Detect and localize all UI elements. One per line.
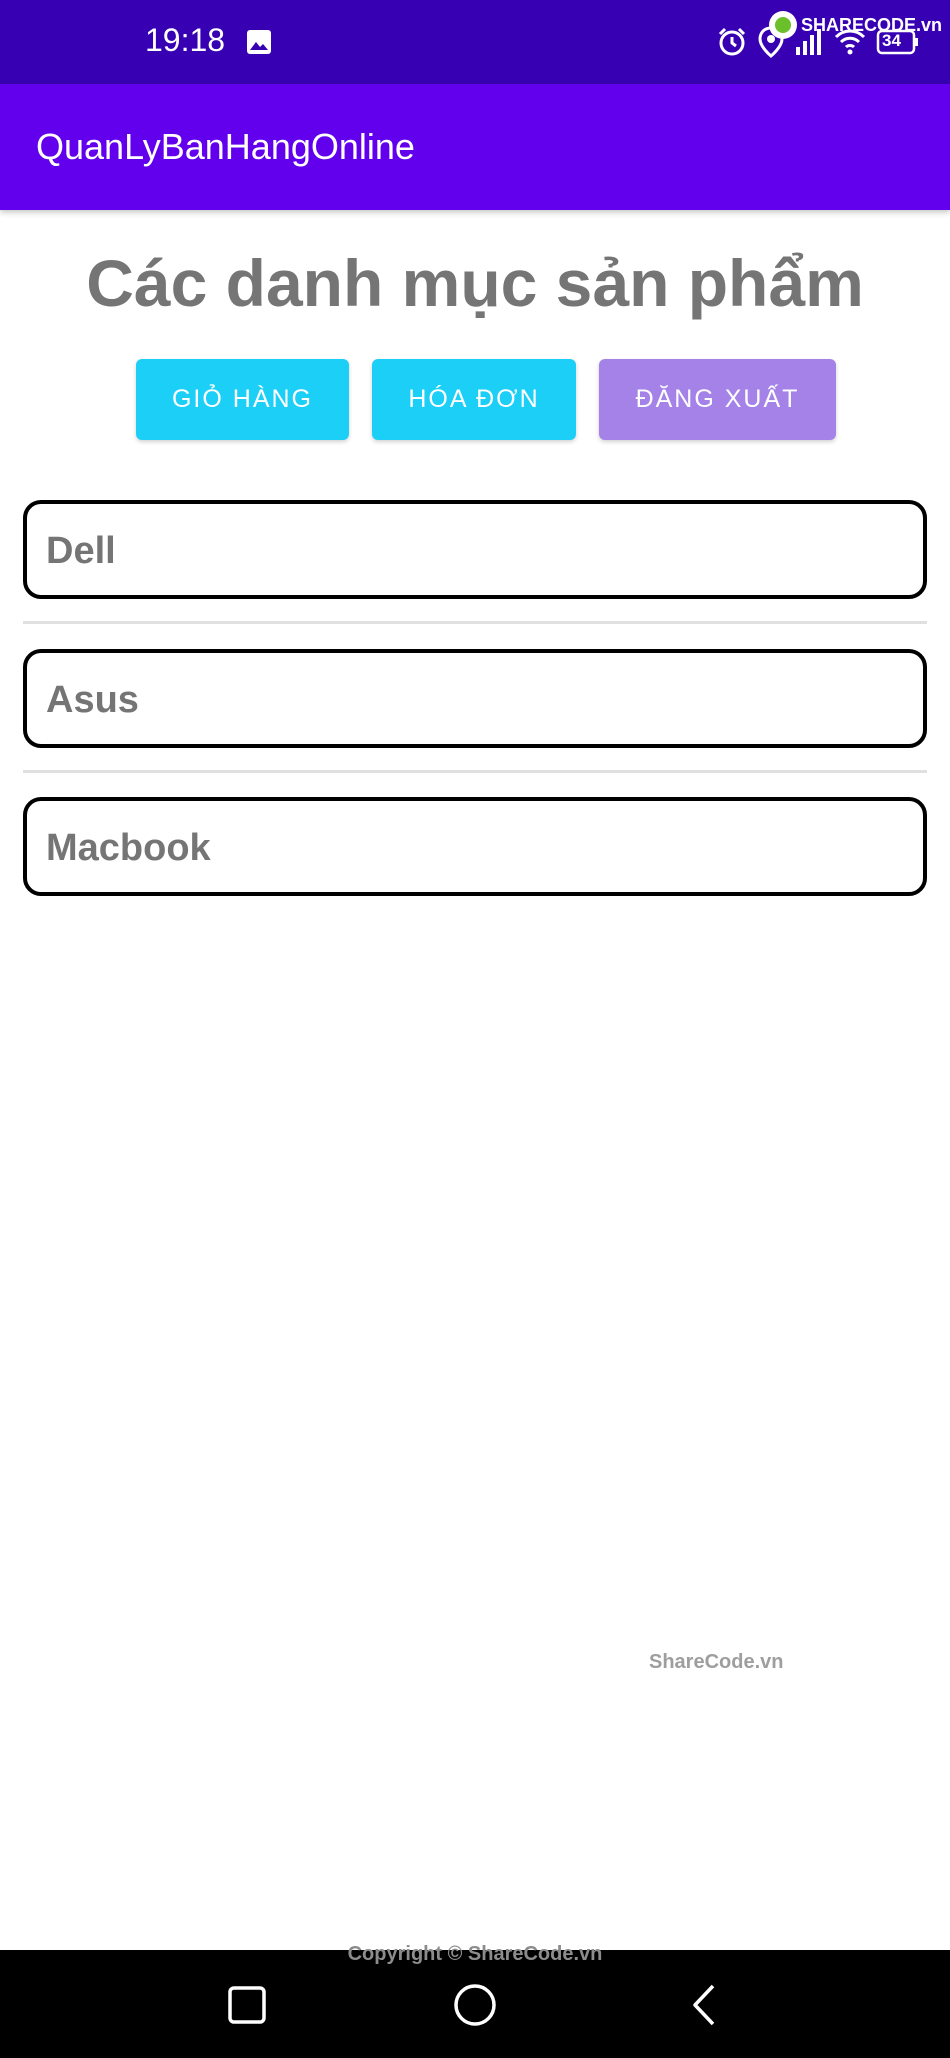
category-item-macbook[interactable]: Macbook [23, 797, 927, 896]
sharecode-logo-text: SHARECODE.vn [800, 14, 942, 35]
status-time: 19:18 [145, 22, 226, 58]
category-label: Asus [46, 679, 139, 721]
invoice-button[interactable]: HÓA ĐƠN [372, 359, 576, 440]
status-bar: 19:18 34 SHARECODE.vn [0, 0, 950, 84]
sharecode-logo-icon [768, 11, 797, 39]
app-bar: QuanLyBanHangOnline [0, 84, 950, 210]
home-icon[interactable] [450, 1980, 500, 2030]
category-label: Dell [46, 530, 116, 572]
recent-apps-icon[interactable] [222, 1980, 272, 2030]
screen: 19:18 34 SHARECODE.vn QuanLyBanHangOnlin… [0, 0, 950, 2058]
navigation-bar [0, 1950, 950, 2058]
category-label: Macbook [46, 827, 211, 869]
list-divider [23, 770, 927, 773]
cart-button[interactable]: GIỎ HÀNG [136, 359, 349, 440]
list-divider [23, 621, 927, 624]
category-item-dell[interactable]: Dell [23, 500, 927, 599]
copyright-watermark: Copyright © ShareCode.vn [347, 1943, 603, 1965]
app-title: QuanLyBanHangOnline [36, 126, 415, 167]
category-item-asus[interactable]: Asus [23, 649, 927, 748]
back-icon[interactable] [680, 1980, 730, 2030]
page-title: Các danh mục sản phẩm [86, 246, 864, 320]
center-watermark: ShareCode.vn [649, 1651, 784, 1673]
image-icon [246, 29, 272, 55]
logout-button[interactable]: ĐĂNG XUẤT [599, 359, 836, 440]
alarm-icon [716, 26, 748, 58]
sharecode-logo: SHARECODE.vn [768, 10, 942, 40]
